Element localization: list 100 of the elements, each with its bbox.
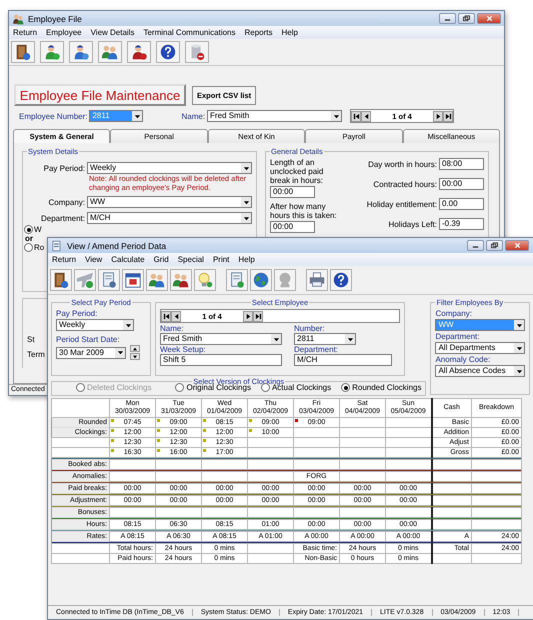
input-field[interactable]: 00:00 — [270, 221, 315, 233]
up-button[interactable] — [130, 345, 140, 352]
first-button[interactable] — [351, 110, 362, 122]
menu-item[interactable]: Employee — [46, 28, 82, 37]
toolbar-button[interactable] — [69, 41, 93, 63]
dropdown[interactable]: All Departments — [435, 342, 526, 354]
toolbar-button[interactable] — [40, 41, 64, 63]
last-button[interactable] — [253, 310, 263, 322]
menu-item[interactable]: Return — [52, 255, 76, 264]
toolbar-button[interactable] — [185, 41, 209, 63]
input-field[interactable]: 0.00 — [439, 198, 484, 210]
field-label: Anomaly Code: — [435, 355, 492, 364]
toolbar-button[interactable] — [127, 41, 151, 63]
menu-item[interactable]: Terminal Communications — [143, 28, 236, 37]
field-label: Name: — [160, 324, 185, 333]
menu-item[interactable]: Return — [13, 28, 38, 37]
radio-button[interactable]: Actual Clockings — [260, 383, 332, 392]
maximize-button[interactable] — [486, 240, 503, 251]
toolbar-button[interactable] — [11, 41, 35, 63]
field-label: Department: — [294, 345, 340, 354]
input-field[interactable]: -0.39 — [439, 218, 484, 230]
toolbar-button[interactable] — [170, 269, 192, 291]
help-icon — [159, 43, 177, 61]
toolbar-button[interactable] — [250, 269, 272, 291]
last-record-icon — [254, 312, 262, 320]
toolbar-button[interactable] — [98, 269, 120, 291]
dropdown[interactable]: M/CH — [87, 212, 252, 224]
radio-button[interactable]: Original Clockings — [175, 383, 251, 392]
close-icon — [512, 242, 522, 249]
heading-button[interactable]: Employee File Maintenance — [14, 84, 186, 106]
toolbar-button[interactable] — [156, 41, 180, 63]
menu-item[interactable]: Calculate — [111, 255, 145, 264]
menu-item[interactable]: View Details — [90, 28, 134, 37]
caret-icon — [346, 336, 354, 342]
first-button[interactable] — [161, 310, 171, 322]
close-button[interactable] — [505, 240, 529, 251]
name-dropdown[interactable]: Fred Smith — [207, 110, 342, 122]
document-icon — [100, 271, 118, 289]
next-button[interactable] — [433, 110, 444, 122]
or-label: or — [25, 234, 33, 243]
radio-button[interactable]: Ro — [24, 243, 44, 252]
date-dropdown[interactable]: 30 Mar 2009 — [56, 346, 126, 358]
toolbar-button[interactable] — [146, 269, 168, 291]
menu-item[interactable]: Special — [178, 255, 204, 264]
window-title: View / Amend Period Data — [67, 240, 168, 250]
next-icon — [244, 312, 252, 320]
toolbar-button[interactable] — [330, 269, 352, 291]
toolbar-button[interactable] — [98, 41, 122, 63]
menu-item[interactable]: Help — [238, 255, 255, 264]
menu-item[interactable]: Grid — [154, 255, 169, 264]
caret-icon — [116, 349, 124, 356]
door-icon — [14, 43, 32, 61]
dropdown[interactable]: WW — [87, 196, 252, 208]
close-button[interactable] — [477, 13, 501, 24]
field-label: Name: — [181, 112, 206, 120]
people-icon — [12, 12, 24, 24]
previous-icon — [362, 112, 370, 120]
input-field[interactable]: 00:00 — [439, 178, 484, 190]
input-field[interactable]: 08:00 — [439, 158, 484, 170]
next-button[interactable] — [243, 310, 253, 322]
caret-icon — [516, 344, 523, 352]
menu-item[interactable]: Help — [282, 28, 298, 37]
field-label: Week Setup: — [160, 345, 207, 354]
radio-button[interactable]: Rounded Clockings — [341, 383, 422, 392]
input-field[interactable]: 00:00 — [270, 186, 315, 198]
menu-item[interactable]: Reports — [244, 28, 273, 37]
dropdown[interactable]: All Absence Codes — [435, 365, 526, 377]
globe-icon — [252, 271, 270, 289]
caret-icon — [332, 112, 340, 120]
field-label: Length of an unclocked paid break in hours: — [270, 158, 324, 185]
input-field[interactable]: M/CH — [294, 354, 392, 366]
toolbar-button[interactable] — [306, 269, 328, 291]
minimize-button[interactable] — [467, 240, 484, 251]
number-dropdown[interactable]: 2811 — [294, 333, 356, 345]
previous-button[interactable] — [171, 310, 181, 322]
field-label: After how many hours this is taken: — [270, 202, 338, 220]
person-icon — [72, 43, 90, 61]
field-label: Company: — [48, 198, 85, 206]
menu-item[interactable]: View — [85, 255, 102, 264]
down-button[interactable] — [130, 353, 140, 360]
dropdown[interactable]: Weekly — [56, 319, 134, 331]
minimize-button[interactable] — [439, 13, 456, 24]
last-button[interactable] — [443, 110, 454, 122]
field-label: Employee Number: — [19, 112, 88, 120]
dropdown[interactable]: Weekly — [87, 162, 252, 174]
printer-icon — [308, 271, 326, 289]
name-dropdown[interactable]: Fred Smith — [160, 333, 282, 345]
toolbar-button[interactable] — [122, 269, 144, 291]
maximize-button[interactable] — [458, 13, 475, 24]
toolbar-button[interactable] — [50, 269, 72, 291]
caret-icon — [272, 336, 280, 342]
door-icon — [52, 271, 70, 289]
field-label: Department: — [40, 214, 85, 222]
menu-item[interactable]: Print — [212, 255, 230, 264]
first-record-icon — [162, 312, 170, 320]
input-field[interactable]: Shift 5 — [160, 354, 282, 366]
field-label: Term — [27, 350, 45, 359]
previous-button[interactable] — [361, 110, 372, 122]
toolbar-button[interactable] — [226, 269, 248, 291]
down-icon — [132, 354, 138, 358]
